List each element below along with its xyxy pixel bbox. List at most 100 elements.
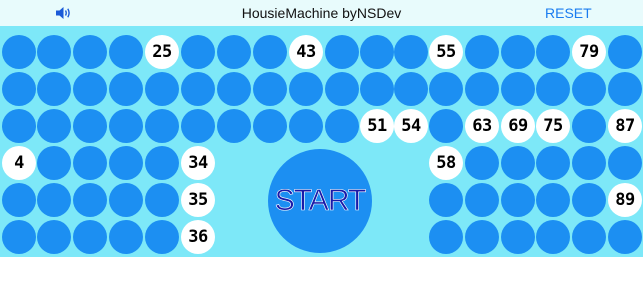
drawn-number-ball: 54 [394, 109, 428, 143]
number-ball [501, 35, 535, 69]
ball-number: 58 [436, 153, 456, 173]
drawn-number-ball: 63 [465, 109, 499, 143]
ball-number: 63 [472, 116, 492, 136]
number-ball [109, 35, 143, 69]
drawn-number-ball: 69 [501, 109, 535, 143]
number-ball [37, 35, 71, 69]
number-ball [325, 35, 359, 69]
drawn-number-ball: 35 [181, 183, 215, 217]
drawn-number-ball: 4 [2, 146, 36, 180]
ball-number: 43 [296, 42, 316, 62]
drawn-number-ball: 87 [608, 109, 642, 143]
number-ball [608, 220, 642, 254]
number-ball [2, 109, 36, 143]
number-ball [73, 183, 107, 217]
ball-number: 69 [508, 116, 528, 136]
number-ball [2, 35, 36, 69]
ball-number: 35 [188, 190, 208, 210]
number-ball [501, 220, 535, 254]
number-ball [181, 72, 215, 106]
number-ball [145, 109, 179, 143]
number-ball [73, 35, 107, 69]
number-ball [2, 183, 36, 217]
number-ball [536, 220, 570, 254]
number-ball [572, 109, 606, 143]
number-ball [37, 183, 71, 217]
number-ball [73, 220, 107, 254]
ball-number: 36 [188, 227, 208, 247]
ball-number: 89 [615, 190, 635, 210]
number-ball [572, 146, 606, 180]
drawn-number-ball: 36 [181, 220, 215, 254]
drawn-number-ball: 79 [572, 35, 606, 69]
number-ball [325, 109, 359, 143]
number-ball [37, 109, 71, 143]
speaker-volume-icon[interactable] [55, 6, 73, 20]
number-board: 36 89 35 58 34 4 87 75 69 63 54 51 79 55 43 25 START [0, 26, 643, 257]
number-ball [109, 220, 143, 254]
number-ball [325, 72, 359, 106]
number-ball [109, 183, 143, 217]
ball-number: 25 [152, 42, 172, 62]
drawn-number-ball: 51 [360, 109, 394, 143]
number-ball [394, 72, 428, 106]
number-ball [465, 220, 499, 254]
number-ball [73, 109, 107, 143]
number-ball [572, 220, 606, 254]
drawn-number-ball: 55 [429, 35, 463, 69]
number-ball [109, 72, 143, 106]
number-ball [37, 72, 71, 106]
number-ball [145, 146, 179, 180]
number-ball [465, 72, 499, 106]
ball-number: 51 [367, 116, 387, 136]
number-ball [217, 109, 251, 143]
number-ball [145, 72, 179, 106]
number-ball [145, 220, 179, 254]
number-ball [465, 183, 499, 217]
number-ball [289, 72, 323, 106]
number-ball [394, 35, 428, 69]
number-ball [37, 146, 71, 180]
number-ball [465, 146, 499, 180]
drawn-number-ball: 89 [608, 183, 642, 217]
number-ball [289, 109, 323, 143]
number-ball [572, 72, 606, 106]
number-ball [429, 220, 463, 254]
number-ball [608, 72, 642, 106]
number-ball [608, 35, 642, 69]
number-ball [145, 183, 179, 217]
number-ball [429, 72, 463, 106]
number-ball [253, 35, 287, 69]
number-ball [429, 109, 463, 143]
number-ball [536, 146, 570, 180]
start-button[interactable]: START [268, 149, 372, 253]
number-ball [501, 146, 535, 180]
number-ball [109, 146, 143, 180]
drawn-number-ball: 25 [145, 35, 179, 69]
ball-number: 79 [579, 42, 599, 62]
ball-number: 4 [14, 153, 24, 173]
number-ball [109, 109, 143, 143]
number-ball [501, 72, 535, 106]
number-ball [73, 146, 107, 180]
number-ball [572, 183, 606, 217]
number-ball [253, 109, 287, 143]
reset-button[interactable]: RESET [545, 0, 592, 26]
start-label: START [274, 184, 366, 218]
number-ball [501, 183, 535, 217]
ball-number: 55 [436, 42, 456, 62]
number-ball [217, 72, 251, 106]
number-ball [360, 35, 394, 69]
ball-number: 54 [401, 116, 421, 136]
ball-number: 34 [188, 153, 208, 173]
number-ball [536, 72, 570, 106]
drawn-number-ball: 43 [289, 35, 323, 69]
number-ball [360, 72, 394, 106]
bottom-area [0, 257, 643, 297]
number-ball [2, 72, 36, 106]
number-ball [253, 72, 287, 106]
top-bar: HousieMachine byNSDev RESET [0, 0, 643, 26]
number-ball [181, 109, 215, 143]
ball-number: 87 [615, 116, 635, 136]
number-ball [429, 183, 463, 217]
